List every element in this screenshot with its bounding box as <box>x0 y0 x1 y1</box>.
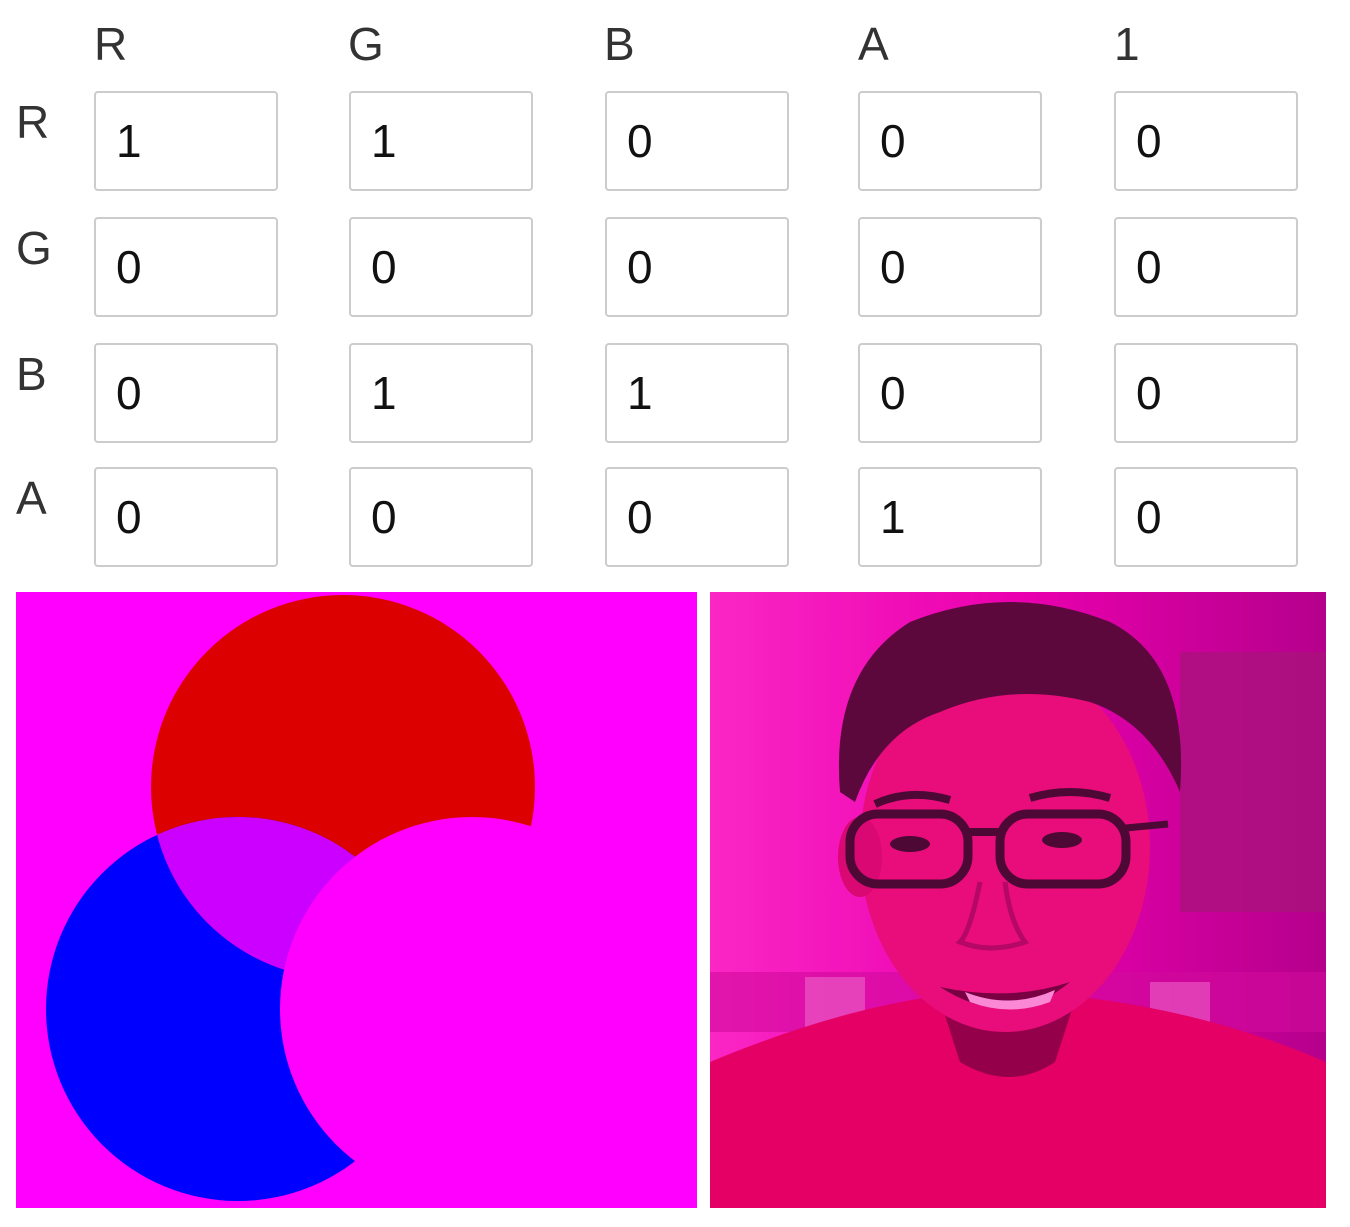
photo-color-filter-overlay <box>710 592 1326 1208</box>
matrix-cell-g-a[interactable] <box>858 217 1042 317</box>
matrix-cell-g-b[interactable] <box>605 217 789 317</box>
column-header-b: B <box>604 18 635 70</box>
rgb-venn-preview <box>16 592 697 1208</box>
column-header-a: A <box>858 18 889 70</box>
row-header-b: B <box>16 348 47 400</box>
matrix-cell-a-a[interactable] <box>858 467 1042 567</box>
matrix-cell-r-one[interactable] <box>1114 91 1298 191</box>
column-header-one: 1 <box>1114 18 1140 70</box>
photo-preview <box>710 592 1326 1208</box>
matrix-cell-b-g[interactable] <box>349 343 533 443</box>
matrix-cell-a-one[interactable] <box>1114 467 1298 567</box>
matrix-cell-r-b[interactable] <box>605 91 789 191</box>
portrait-photo-image <box>710 592 1326 1208</box>
row-header-a: A <box>16 472 47 524</box>
matrix-cell-b-b[interactable] <box>605 343 789 443</box>
matrix-cell-a-r[interactable] <box>94 467 278 567</box>
matrix-cell-a-g[interactable] <box>349 467 533 567</box>
matrix-cell-r-a[interactable] <box>858 91 1042 191</box>
matrix-cell-r-r[interactable] <box>94 91 278 191</box>
matrix-cell-g-one[interactable] <box>1114 217 1298 317</box>
matrix-cell-a-b[interactable] <box>605 467 789 567</box>
venn-diagram-image <box>16 592 697 1208</box>
row-header-r: R <box>16 96 50 148</box>
column-header-g: G <box>348 18 384 70</box>
row-header-g: G <box>16 222 52 274</box>
matrix-cell-g-r[interactable] <box>94 217 278 317</box>
matrix-cell-b-r[interactable] <box>94 343 278 443</box>
matrix-cell-b-a[interactable] <box>858 343 1042 443</box>
matrix-cell-b-one[interactable] <box>1114 343 1298 443</box>
column-header-r: R <box>94 18 128 70</box>
matrix-cell-r-g[interactable] <box>349 91 533 191</box>
venn-green-circle <box>280 817 664 1201</box>
matrix-cell-g-g[interactable] <box>349 217 533 317</box>
